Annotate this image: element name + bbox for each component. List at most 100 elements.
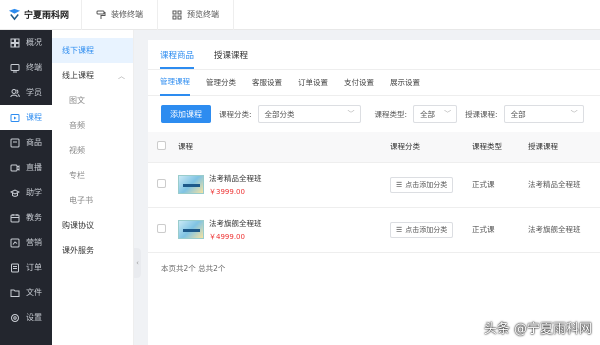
primary-tabs: 课程商品 授课课程 xyxy=(148,40,600,70)
study-icon xyxy=(10,188,20,197)
sidebar-item-overview[interactable]: 概况 xyxy=(0,30,52,55)
sidebar-item-label: 文件 xyxy=(26,288,42,297)
sidebar-item-label: 教务 xyxy=(26,213,42,222)
subnav-item-purchase-agreement[interactable]: 购课协议 xyxy=(52,213,133,238)
sidebar-item-settings[interactable]: 设置 xyxy=(0,305,52,330)
topnav-label: 装修终端 xyxy=(111,10,143,19)
course-price: ￥3999.00 xyxy=(209,187,245,196)
table-row[interactable]: 法考旗舰全程班 ￥4999.00 ☰ 点击添加分类 正式课 法考旗舰全程班 xyxy=(148,207,600,253)
course-name[interactable]: 法考旗舰全程班 xyxy=(209,218,262,229)
topnav-decorate-terminal[interactable]: 装修终端 xyxy=(82,0,158,30)
subnav-item-online-courses[interactable]: 线上课程 ︿ xyxy=(52,63,133,88)
calendar-icon xyxy=(10,213,20,222)
sidebar-item-marketing[interactable]: 营销 xyxy=(0,230,52,255)
sidebar-item-label: 订单 xyxy=(26,263,42,272)
topnav-label: 预览终端 xyxy=(187,10,219,19)
add-category-button[interactable]: ☰ 点击添加分类 xyxy=(390,221,454,238)
subnav-item-ebook[interactable]: 电子书 xyxy=(52,188,133,213)
sidebar-item-courses[interactable]: 课程 xyxy=(0,105,52,130)
subnav-item-label: 购课协议 xyxy=(62,221,94,230)
select-value: 全部 xyxy=(510,109,526,119)
teaching-cell: 法考精品全程班 xyxy=(528,162,600,208)
teaching-cell: 法考旗舰全程班 xyxy=(528,207,600,253)
table-row[interactable]: 法考精品全程班 ￥3999.00 ☰ 点击添加分类 正式课 法考精品全程班 xyxy=(148,162,600,208)
subnav-item-label: 线上课程 xyxy=(62,71,94,80)
tab-payment-settings[interactable]: 支付设置 xyxy=(344,70,374,96)
sidebar-item-label: 助学 xyxy=(26,188,42,197)
course-name[interactable]: 法考精品全程班 xyxy=(209,173,262,184)
subnav-item-label: 图文 xyxy=(69,96,85,105)
logo-mark-icon xyxy=(8,8,21,21)
sidebar: 概况 终端 学员 课程 商品 直播 助学 教务 营销 订单 文件 设置 xyxy=(0,30,52,345)
chevron-down-icon: ﹀ xyxy=(444,110,452,118)
tab-customer-service-settings[interactable]: 客服设置 xyxy=(252,70,282,96)
course-table: 课程 课程分类 课程类型 授课课程 法考精品全程班 ￥3999.00 ☰ 点击添… xyxy=(148,132,600,253)
type-cell: 正式课 xyxy=(472,207,528,253)
type-filter-label: 课程类型: xyxy=(374,109,408,119)
settings-icon xyxy=(11,313,19,322)
sidebar-item-label: 设置 xyxy=(26,313,42,322)
course-info: 法考精品全程班 ￥3999.00 xyxy=(178,173,390,197)
add-course-button[interactable]: 添加课程 xyxy=(161,105,211,123)
category-filter-select[interactable]: 全部分类 ﹀ xyxy=(257,105,361,123)
col-header-category: 课程分类 xyxy=(390,132,472,163)
sidebar-item-goods[interactable]: 商品 xyxy=(0,130,52,155)
select-all-checkbox[interactable] xyxy=(157,141,166,151)
subnav-item-label: 视频 xyxy=(69,146,85,155)
tab-teaching-courses[interactable]: 授课课程 xyxy=(214,49,248,69)
subnav-item-audio[interactable]: 音频 xyxy=(52,113,133,138)
sidebar-item-live[interactable]: 直播 xyxy=(0,155,52,180)
col-header-course: 课程 xyxy=(178,132,390,163)
pagination-summary: 本页共2个 总共2个 xyxy=(161,263,226,273)
type-cell: 正式课 xyxy=(472,162,528,208)
sidebar-item-study[interactable]: 助学 xyxy=(0,180,52,205)
sidebar-item-orders[interactable]: 订单 xyxy=(0,255,52,280)
chevron-up-icon: ︿ xyxy=(118,71,125,80)
logo-text: 宁夏雨科网 xyxy=(24,11,70,21)
type-filter-select[interactable]: 全部 ﹀ xyxy=(413,105,458,123)
subnav-item-graphic[interactable]: 图文 xyxy=(52,88,133,113)
course-thumbnail[interactable] xyxy=(178,220,204,239)
chevron-down-icon: ﹀ xyxy=(347,110,355,118)
col-header-teaching: 授课课程 xyxy=(528,132,600,163)
subnav-item-label: 专栏 xyxy=(69,171,85,180)
sidebar-item-terminal[interactable]: 终端 xyxy=(0,55,52,80)
tab-manage-courses[interactable]: 管理课程 xyxy=(160,70,190,96)
logo[interactable]: 宁夏雨科网 xyxy=(0,0,82,30)
course-info: 法考旗舰全程班 ￥4999.00 xyxy=(178,218,390,242)
subnav-item-label: 电子书 xyxy=(69,196,93,205)
chevron-down-icon: ﹀ xyxy=(570,110,578,118)
marketing-icon xyxy=(10,238,20,247)
top-bar: 宁夏雨科网 装修终端 预览终端 xyxy=(0,0,600,30)
row-select-cell xyxy=(148,207,178,253)
sidebar-item-label: 概况 xyxy=(26,38,42,47)
sidebar-item-academic[interactable]: 教务 xyxy=(0,205,52,230)
row-checkbox[interactable] xyxy=(157,224,166,233)
filter-toolbar: 添加课程 课程分类: 全部分类 ﹀ 课程类型: 全部 ﹀ 授课课程: 全部 ﹀ xyxy=(148,96,600,132)
sidebar-item-students[interactable]: 学员 xyxy=(0,80,52,105)
goods-icon xyxy=(10,138,20,147)
category-filter-label: 课程分类: xyxy=(219,109,252,119)
sidebar-item-files[interactable]: 文件 xyxy=(0,280,52,305)
collapse-subnav-handle[interactable]: ‹ xyxy=(134,248,141,278)
col-header-type: 课程类型 xyxy=(472,132,528,163)
row-select-cell xyxy=(148,162,178,208)
secondary-tabs: 管理课程 管理分类 客服设置 订单设置 支付设置 展示设置 xyxy=(148,70,600,96)
subnav-item-video[interactable]: 视频 xyxy=(52,138,133,163)
tab-course-goods[interactable]: 课程商品 xyxy=(160,49,195,69)
add-category-button[interactable]: ☰ 点击添加分类 xyxy=(390,176,454,193)
tab-manage-categories[interactable]: 管理分类 xyxy=(206,70,236,96)
subnav-item-extra-services[interactable]: 课外服务 xyxy=(52,238,133,263)
topnav-preview-terminal[interactable]: 预览终端 xyxy=(158,0,234,30)
subnav-item-offline-courses[interactable]: 线下课程 xyxy=(52,38,133,63)
tab-order-settings[interactable]: 订单设置 xyxy=(298,70,328,96)
sidebar-item-label: 终端 xyxy=(26,63,42,72)
tab-display-settings[interactable]: 展示设置 xyxy=(390,70,420,96)
subnav-item-column[interactable]: 专栏 xyxy=(52,163,133,188)
course-thumbnail[interactable] xyxy=(178,175,204,194)
subnav-item-label: 音频 xyxy=(69,121,85,130)
teaching-filter-select[interactable]: 全部 ﹀ xyxy=(503,105,584,123)
row-checkbox[interactable] xyxy=(157,179,166,188)
add-category-label: 点击添加分类 xyxy=(405,225,448,234)
category-cell: ☰ 点击添加分类 xyxy=(390,207,472,253)
